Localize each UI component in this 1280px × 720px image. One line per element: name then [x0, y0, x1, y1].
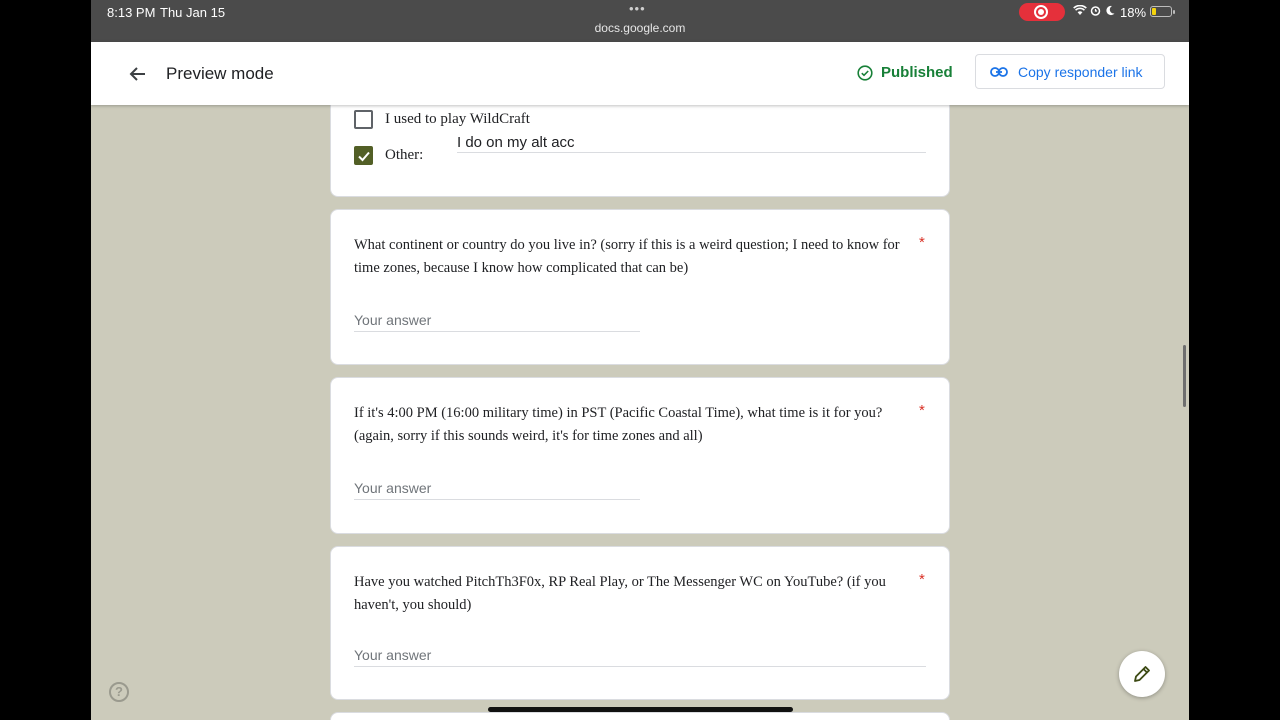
- status-date: Thu Jan 15: [160, 5, 226, 20]
- published-status: Published: [857, 64, 953, 81]
- question-card-2: If it's 4:00 PM (16:00 military time) in…: [330, 377, 950, 534]
- status-bar: 8:13 PM Thu Jan 15 ••• docs.google.com 1…: [91, 0, 1189, 42]
- page-title: Preview mode: [166, 64, 274, 83]
- checkmark-icon: [358, 151, 370, 162]
- answer-input-2[interactable]: [354, 476, 640, 500]
- required-marker: *: [919, 571, 925, 588]
- status-url: docs.google.com: [594, 21, 686, 35]
- back-arrow-icon[interactable]: [127, 63, 149, 85]
- copy-responder-link-button[interactable]: Copy responder link: [975, 54, 1165, 89]
- published-label: Published: [881, 64, 953, 81]
- checkbox-other[interactable]: [354, 146, 373, 165]
- option-label: Other:: [385, 147, 424, 163]
- option-row-other[interactable]: Other:: [354, 146, 423, 165]
- question-card-1: What continent or country do you live in…: [330, 209, 950, 365]
- options-card: I used to play WildCraft Other:: [330, 95, 950, 197]
- checkbox-wildcraft[interactable]: [354, 110, 373, 129]
- question-text: If it's 4:00 PM (16:00 military time) in…: [354, 405, 883, 444]
- question-card-4: [330, 712, 950, 720]
- screen: 8:13 PM Thu Jan 15 ••• docs.google.com 1…: [91, 0, 1189, 720]
- question-card-3: Have you watched PitchTh3F0x, RP Real Pl…: [330, 546, 950, 700]
- moon-icon: [1106, 5, 1115, 16]
- answer-input-1[interactable]: [354, 308, 640, 332]
- multitask-dots-icon[interactable]: •••: [629, 1, 646, 16]
- app-header: Preview mode Published Copy responder li…: [91, 42, 1189, 105]
- link-icon: [990, 66, 1008, 77]
- option-label: I used to play WildCraft: [385, 111, 530, 127]
- screen-recording-icon[interactable]: [1019, 3, 1065, 21]
- battery-percent: 18%: [1120, 5, 1147, 20]
- question-text: What continent or country do you live in…: [354, 237, 900, 276]
- required-marker: *: [919, 402, 925, 419]
- status-icons: [1073, 4, 1115, 18]
- help-icon[interactable]: ?: [109, 682, 129, 702]
- required-marker: *: [919, 234, 925, 251]
- scrollbar[interactable]: [1183, 345, 1186, 407]
- other-text-field[interactable]: [457, 133, 926, 153]
- alarm-icon: [1091, 6, 1101, 16]
- question-text: Have you watched PitchTh3F0x, RP Real Pl…: [354, 574, 886, 613]
- status-time: 8:13 PM: [107, 5, 156, 20]
- copy-link-label: Copy responder link: [1018, 63, 1143, 80]
- battery-icon: [1150, 6, 1175, 17]
- edit-button[interactable]: [1119, 651, 1165, 697]
- wifi-icon: [1073, 4, 1087, 15]
- check-circle-icon: [857, 64, 873, 81]
- answer-input-3[interactable]: [354, 643, 926, 667]
- home-indicator[interactable]: [488, 707, 793, 712]
- option-row-wildcraft[interactable]: I used to play WildCraft: [354, 110, 530, 129]
- pencil-icon: [1134, 666, 1150, 682]
